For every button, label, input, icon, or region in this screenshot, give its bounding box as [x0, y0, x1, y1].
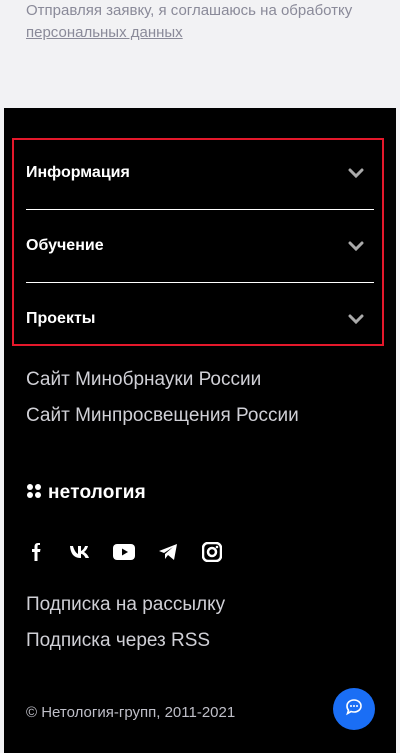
- accordion-label: Информация: [26, 163, 130, 181]
- chevron-down-icon: [346, 236, 366, 256]
- chevron-down-icon: [346, 309, 366, 329]
- accordion-item-information[interactable]: Информация: [26, 136, 374, 209]
- brand-name: нетология: [48, 482, 146, 503]
- accordion-label: Обучение: [26, 236, 104, 254]
- accordion-item-projects[interactable]: Проекты: [26, 282, 374, 355]
- personal-data-link[interactable]: персональных данных: [26, 24, 183, 41]
- chevron-down-icon: [346, 163, 366, 183]
- chat-button[interactable]: [333, 688, 375, 730]
- accordion-item-education[interactable]: Обучение: [26, 209, 374, 282]
- telegram-icon[interactable]: [156, 540, 180, 564]
- copyright: © Нетология-групп, 2011-2021: [26, 704, 236, 721]
- facebook-icon[interactable]: [24, 540, 48, 564]
- consent-text: Отправляя заявку, я соглашаюсь на обрабо…: [26, 0, 366, 44]
- vk-icon[interactable]: [68, 540, 92, 564]
- subscribe-newsletter-link[interactable]: Подписка на рассылку: [26, 594, 225, 616]
- netology-logo-icon: [26, 483, 42, 504]
- youtube-icon[interactable]: [112, 540, 136, 564]
- footer: Информация Обучение Проекты Сайт Минобрн…: [4, 108, 396, 753]
- accordion-label: Проекты: [26, 309, 96, 327]
- consent-label: Отправляя заявку, я соглашаюсь на обрабо…: [26, 2, 353, 19]
- instagram-icon[interactable]: [200, 540, 224, 564]
- chat-icon: [345, 698, 363, 721]
- subscribe-rss-link[interactable]: Подписка через RSS: [26, 630, 210, 652]
- brand[interactable]: нетология: [26, 482, 146, 504]
- minobrnauki-link[interactable]: Сайт Минобрнауки России: [26, 369, 261, 391]
- minprosveshcheniya-link[interactable]: Сайт Минпросвещения России: [26, 405, 299, 427]
